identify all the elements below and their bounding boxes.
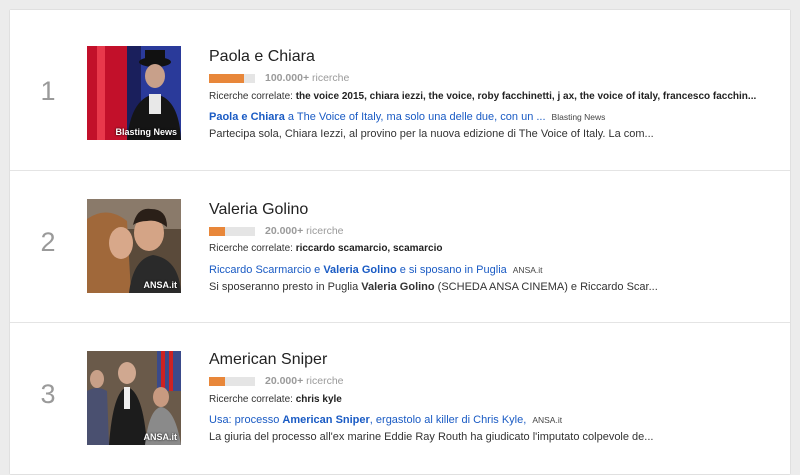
search-volume-bar (209, 74, 255, 83)
trends-list: 1 Blasting News Paola e Chiara 100.000+ … (10, 10, 790, 474)
search-volume-count: 20.000+ (265, 375, 304, 387)
news-snippet: Si sposeranno presto in Puglia Valeria G… (209, 281, 780, 293)
search-volume-fill (209, 377, 226, 386)
search-volume: 20.000+ ricerche (265, 375, 344, 387)
news-link-keyword[interactable]: Valeria Golino (323, 264, 396, 276)
related-label: Ricerche correlate: (209, 394, 293, 405)
image-source-label: ANSA.it (143, 280, 178, 290)
related-searches: Ricerche correlate: the voice 2015, chia… (209, 91, 780, 102)
related-label: Ricerche correlate: (209, 243, 293, 254)
trend-card-1[interactable]: 1 Blasting News Paola e Chiara 100.000+ … (10, 10, 790, 162)
search-volume-unit: ricerche (306, 375, 344, 387)
news-link[interactable]: Usa: processo American Sniper, ergastolo… (209, 414, 526, 426)
news-headline: Riccardo Scarmarcio e Valeria Golino e s… (209, 264, 780, 276)
news-link-text[interactable]: Usa: processo (209, 414, 282, 426)
search-volume-count: 20.000+ (265, 225, 304, 237)
couple-kiss-image[interactable]: ANSA.it (87, 199, 181, 293)
rank-number: 3 (40, 379, 56, 409)
news-source: ANSA.it (512, 265, 543, 275)
rank-number: 2 (40, 227, 56, 257)
news-headline: Usa: processo American Sniper, ergastolo… (209, 414, 780, 426)
snippet-keyword: Valeria Golino (361, 281, 435, 293)
image-source-label: Blasting News (115, 127, 177, 137)
snippet-text: Si sposeranno presto in Puglia (209, 281, 362, 293)
news-link[interactable]: Riccardo Scarmarcio e Valeria Golino e s… (209, 264, 507, 276)
news-link-text[interactable]: e si sposano in Puglia (397, 264, 507, 276)
trend-title[interactable]: Paola e Chiara (209, 48, 315, 66)
related-searches: Ricerche correlate: riccardo scamarcio, … (209, 243, 780, 254)
news-link-text[interactable]: , ergastolo al killer di Chris Kyle, (370, 414, 527, 426)
courtroom-image[interactable]: ANSA.it (87, 351, 181, 445)
news-link-keyword[interactable]: Paola e Chiara (209, 111, 285, 123)
search-volume: 20.000+ ricerche (265, 225, 344, 237)
search-volume-fill (209, 74, 244, 83)
search-volume-count: 100.000+ (265, 72, 310, 84)
search-volume-unit: ricerche (312, 72, 350, 84)
news-headline: Paola e Chiara a The Voice of Italy, ma … (209, 111, 780, 123)
related-terms[interactable]: riccardo scamarcio, scamarcio (296, 243, 443, 254)
trend-title[interactable]: American Sniper (209, 351, 327, 369)
news-source: ANSA.it (532, 415, 563, 425)
trend-title[interactable]: Valeria Golino (209, 201, 308, 219)
news-snippet: La giuria del processo all'ex marine Edd… (209, 431, 654, 443)
related-label: Ricerche correlate: (209, 91, 293, 102)
news-link-text[interactable]: Riccardo Scarmarcio e (209, 264, 323, 276)
search-volume-bar (209, 377, 255, 386)
news-link-text[interactable]: a The Voice of Italy, ma solo una delle … (285, 111, 546, 123)
news-link-keyword[interactable]: American Sniper (282, 414, 369, 426)
snippet-text: (SCHEDA ANSA CINEMA) e Riccardo Scar... (434, 281, 658, 293)
related-terms[interactable]: chris kyle (296, 394, 342, 405)
search-volume: 100.000+ ricerche (265, 72, 349, 84)
search-volume-bar (209, 227, 255, 236)
news-snippet: Partecipa sola, Chiara Iezzi, al provino… (209, 128, 654, 140)
news-link[interactable]: Paola e Chiara a The Voice of Italy, ma … (209, 111, 546, 123)
the-voice-performer-image[interactable]: Blasting News (87, 46, 181, 140)
related-terms[interactable]: the voice 2015, chiara iezzi, the voice,… (296, 91, 757, 102)
trend-card-2[interactable]: 2 ANSA.it Valeria Golino 20.000+ ricerch… (10, 170, 790, 323)
search-volume-unit: ricerche (306, 225, 344, 237)
image-source-label: ANSA.it (143, 432, 178, 442)
news-source: Blasting News (551, 112, 606, 122)
rank-number: 1 (40, 76, 56, 106)
related-searches: Ricerche correlate: chris kyle (209, 394, 780, 405)
trend-card-3[interactable]: 3 ANSA.it American Sniper 20.000+ ricerc… (10, 322, 790, 475)
search-volume-fill (209, 227, 226, 236)
